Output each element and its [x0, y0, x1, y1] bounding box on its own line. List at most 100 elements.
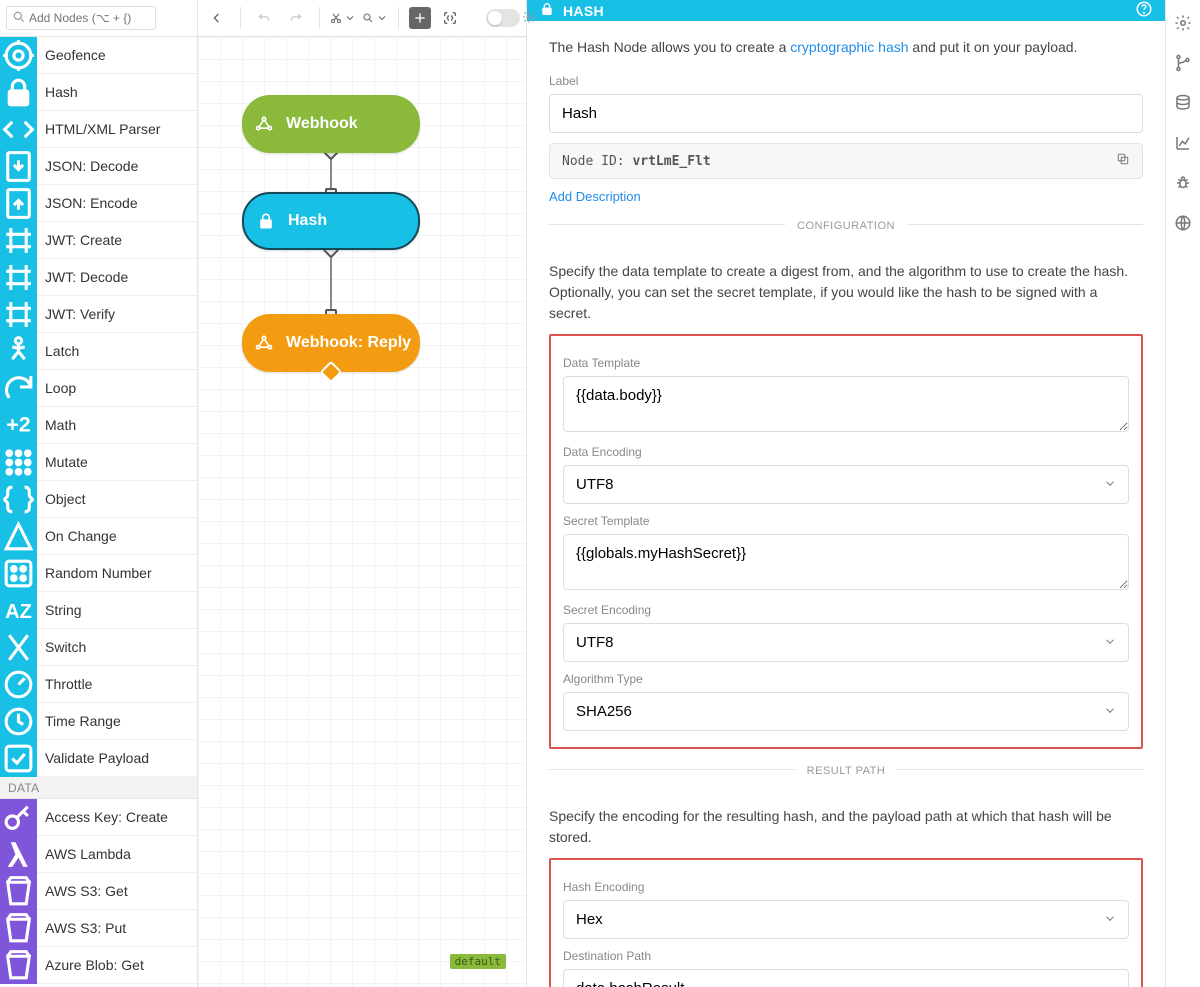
add-nodes-search[interactable] [6, 6, 156, 30]
zoom-menu-button[interactable] [362, 5, 388, 31]
hash-encoding-select[interactable]: Hex [563, 900, 1129, 939]
palette-node[interactable]: JSON: Decode [0, 148, 197, 185]
layout-toggle[interactable] [486, 9, 520, 27]
switch-icon [0, 629, 37, 666]
crypto-hash-link[interactable]: cryptographic hash [790, 39, 908, 55]
help-icon[interactable] [1135, 0, 1153, 21]
braces-icon [0, 481, 37, 518]
loop-icon [0, 370, 37, 407]
palette-node[interactable]: AZ String [0, 592, 197, 629]
palette-node-label: Hash [37, 84, 78, 100]
palette-node[interactable]: Throttle [0, 666, 197, 703]
palette-node-label: AWS S3: Put [37, 920, 126, 936]
canvas-node-hash[interactable]: Hash [242, 192, 420, 250]
algorithm-type-label: Algorithm Type [563, 672, 1129, 686]
canvas-toolbar [198, 0, 526, 37]
webhook-icon [242, 333, 286, 353]
panel-title: HASH [563, 3, 604, 19]
default-tag: default [450, 954, 506, 969]
add-button[interactable] [409, 7, 431, 29]
palette-node-label: JWT: Create [37, 232, 122, 248]
palette-node[interactable]: Switch [0, 629, 197, 666]
undo-button[interactable] [251, 5, 277, 31]
destination-path-input[interactable] [563, 969, 1129, 987]
node-id-box: Node ID: vrtLmE_Flt [549, 143, 1143, 179]
branch-icon[interactable] [1174, 54, 1192, 72]
palette-node[interactable]: Time Range [0, 703, 197, 740]
gear-icon[interactable] [1174, 14, 1192, 32]
az-icon: AZ [0, 592, 37, 629]
palette-node-label: Random Number [37, 565, 152, 581]
key-icon [0, 799, 37, 836]
secret-encoding-select[interactable]: UTF8 [563, 623, 1129, 662]
palette-node[interactable]: Random Number [0, 555, 197, 592]
palette-node[interactable]: JWT: Verify [0, 296, 197, 333]
palette-node-label: JWT: Decode [37, 269, 128, 285]
palette-node[interactable]: Geofence [0, 37, 197, 74]
grid-icon [0, 444, 37, 481]
palette-node[interactable]: Azure Blob: Get [0, 947, 197, 984]
data-template-label: Data Template [563, 356, 1129, 370]
code-icon [0, 111, 37, 148]
code-view-button[interactable] [437, 5, 463, 31]
palette-node-label: Throttle [37, 676, 92, 692]
palette-node[interactable]: AWS Lambda [0, 836, 197, 873]
globe-icon[interactable] [1174, 214, 1192, 232]
redo-button[interactable] [283, 5, 309, 31]
palette-node[interactable]: Access Key: Create [0, 799, 197, 836]
canvas-node-webhook[interactable]: Webhook [242, 95, 420, 153]
chart-icon[interactable] [1174, 134, 1192, 152]
palette-node[interactable]: JWT: Create [0, 222, 197, 259]
right-tool-rail [1165, 0, 1200, 987]
palette-node[interactable]: JWT: Decode [0, 259, 197, 296]
canvas-node-label: Hash [288, 212, 327, 230]
add-description-link[interactable]: Add Description [549, 189, 641, 204]
palette-node-label: JSON: Encode [37, 195, 138, 211]
delta-icon [0, 518, 37, 555]
palette-node-label: Geofence [37, 47, 106, 63]
bucket-icon [0, 947, 37, 984]
copy-icon[interactable] [1116, 152, 1130, 170]
back-button[interactable] [204, 5, 230, 31]
palette-node-label: JWT: Verify [37, 306, 115, 322]
palette-node[interactable]: AWS S3: Get [0, 873, 197, 910]
palette-node[interactable]: Mutate [0, 444, 197, 481]
palette-node[interactable]: AWS S3: Put [0, 910, 197, 947]
cut-menu-button[interactable] [330, 5, 356, 31]
palette-node-label: AWS Lambda [37, 846, 131, 862]
secret-template-input[interactable] [563, 534, 1129, 590]
file-in-icon [0, 148, 37, 185]
dice-icon [0, 555, 37, 592]
palette-node-label: HTML/XML Parser [37, 121, 160, 137]
palette-node[interactable]: Object [0, 481, 197, 518]
data-template-input[interactable] [563, 376, 1129, 432]
palette-node-label: Validate Payload [37, 750, 149, 766]
svg-text:AZ: AZ [5, 601, 32, 623]
palette-node[interactable]: +2 Math [0, 407, 197, 444]
palette-node-label: Azure Blob: Get [37, 957, 144, 973]
palette-node-label: Time Range [37, 713, 121, 729]
svg-text:+2: +2 [6, 411, 31, 436]
label-field-label: Label [549, 74, 1143, 88]
palette-node[interactable]: Validate Payload [0, 740, 197, 777]
database-icon[interactable] [1174, 94, 1192, 112]
workflow-canvas[interactable]: Webhook Hash Webhook: Reply default [198, 37, 526, 987]
bug-icon[interactable] [1174, 174, 1192, 192]
check-icon [0, 740, 37, 777]
algorithm-type-select[interactable]: SHA256 [563, 692, 1129, 731]
run-icon [0, 333, 37, 370]
file-out-icon [0, 185, 37, 222]
add-nodes-search-input[interactable] [6, 6, 156, 30]
palette-node[interactable]: On Change [0, 518, 197, 555]
section-result-path: RESULT PATH [795, 765, 898, 777]
palette-node[interactable]: JSON: Encode [0, 185, 197, 222]
data-encoding-select[interactable]: UTF8 [563, 465, 1129, 504]
palette-node[interactable]: Hash [0, 74, 197, 111]
label-input[interactable] [549, 94, 1143, 133]
properties-panel: HASH The Hash Node allows you to create … [527, 0, 1165, 987]
palette-node[interactable]: Loop [0, 370, 197, 407]
workflow-canvas-area: Webhook Hash Webhook: Reply default [198, 0, 527, 987]
palette-node-label: AWS S3: Get [37, 883, 128, 899]
palette-node[interactable]: Latch [0, 333, 197, 370]
palette-node[interactable]: HTML/XML Parser [0, 111, 197, 148]
